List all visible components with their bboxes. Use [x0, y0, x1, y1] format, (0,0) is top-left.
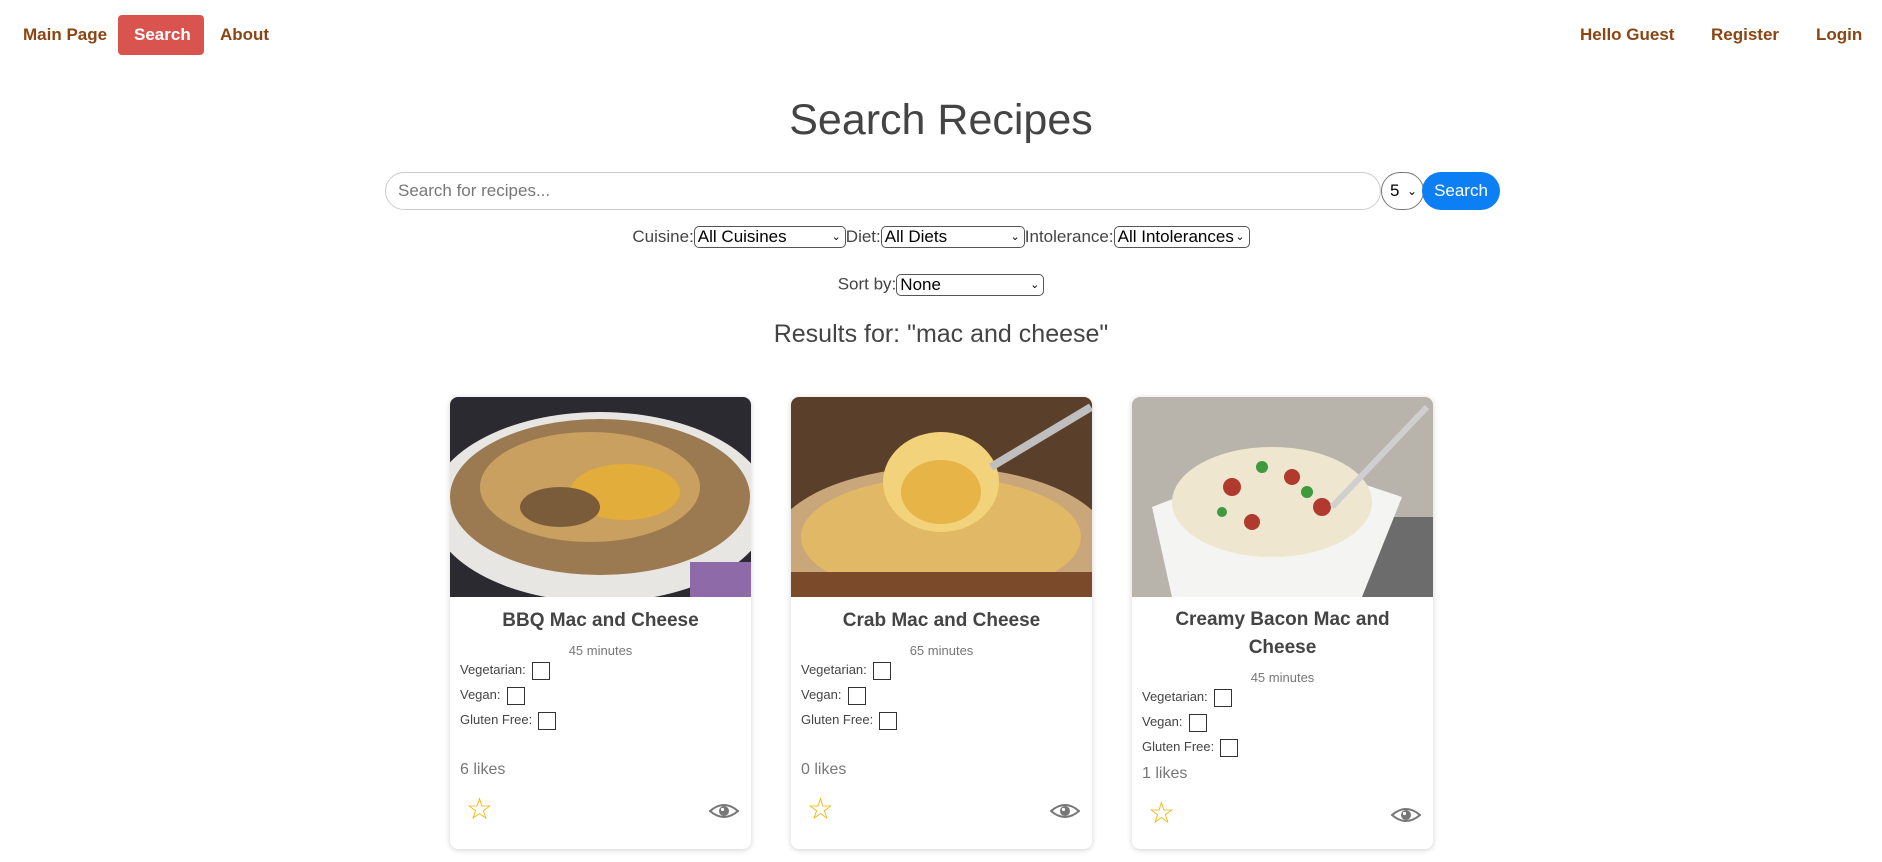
- nav-hello-guest[interactable]: Hello Guest: [1564, 15, 1690, 55]
- recipe-time: 45 minutes: [568, 643, 633, 658]
- likes-count: 1 likes: [1142, 765, 1188, 782]
- search-button[interactable]: Search: [1422, 172, 1500, 210]
- vegan-checkbox[interactable]: [506, 686, 525, 705]
- vegetarian-flag: Vegetarian:: [460, 660, 550, 680]
- cuisine-select[interactable]: All Cuisines ⌄: [693, 226, 846, 248]
- search-input[interactable]: Search for recipes...: [385, 172, 1381, 210]
- diet-label: Diet:: [845, 227, 881, 246]
- top-navbar: Main Page Search About Hello Guest Regis…: [0, 0, 1882, 68]
- vegetarian-label: Vegetarian:: [1142, 689, 1208, 704]
- cuisine-select-value: All Cuisines: [697, 227, 787, 246]
- gluten-free-checkbox[interactable]: [1220, 738, 1239, 757]
- vegan-flag: Vegan:: [801, 685, 866, 705]
- nav-login[interactable]: Login: [1800, 15, 1878, 55]
- vegan-checkbox[interactable]: [1188, 713, 1207, 732]
- vegan-label: Vegan:: [801, 687, 842, 702]
- favorite-star-icon[interactable]: ☆: [807, 795, 834, 825]
- recipe-name[interactable]: Crab Mac and Cheese: [801, 607, 1082, 635]
- vegetarian-checkbox[interactable]: [1213, 688, 1232, 707]
- gluten-free-flag: Gluten Free:: [801, 710, 898, 730]
- search-placeholder: Search for recipes...: [398, 181, 551, 200]
- chevron-down-icon: ⌄: [831, 231, 841, 243]
- gluten-free-flag: Gluten Free:: [1142, 737, 1239, 757]
- diet-select[interactable]: All Diets ⌄: [880, 226, 1025, 248]
- vegetarian-label: Vegetarian:: [801, 662, 867, 677]
- gluten-free-label: Gluten Free:: [801, 712, 874, 727]
- vegetarian-flag: Vegetarian:: [1142, 687, 1232, 707]
- recipe-image[interactable]: [450, 397, 751, 597]
- vegetarian-checkbox[interactable]: [531, 661, 550, 680]
- result-count-value: 5: [1390, 181, 1400, 200]
- recipe-image[interactable]: [791, 397, 1092, 597]
- sort-select-value: None: [900, 275, 941, 294]
- recipe-card[interactable]: Crab Mac and Cheese 65 minutes Vegetaria…: [791, 397, 1092, 849]
- eye-icon[interactable]: [709, 801, 739, 821]
- vegan-checkbox[interactable]: [847, 686, 866, 705]
- cuisine-label: Cuisine:: [632, 227, 694, 246]
- gluten-free-flag: Gluten Free:: [460, 710, 557, 730]
- result-count-select[interactable]: 5 ⌄: [1381, 172, 1424, 210]
- favorite-star-icon[interactable]: ☆: [466, 795, 493, 825]
- recipe-image[interactable]: [1132, 397, 1433, 597]
- nav-register[interactable]: Register: [1695, 15, 1795, 55]
- sort-select[interactable]: None ⌄: [896, 274, 1045, 296]
- diet-select-value: All Diets: [884, 227, 948, 246]
- gluten-free-label: Gluten Free:: [1142, 739, 1215, 754]
- intolerance-label: Intolerance:: [1024, 227, 1114, 246]
- intolerance-select-value: All Intolerances: [1117, 227, 1234, 246]
- likes-count: 0 likes: [801, 761, 847, 778]
- vegetarian-label: Vegetarian:: [460, 662, 526, 677]
- chevron-down-icon: ⌄: [1010, 231, 1020, 243]
- results-heading: Results for: "mac and cheese": [773, 320, 1109, 348]
- page-title: Search Recipes: [789, 96, 1093, 144]
- gluten-free-checkbox[interactable]: [538, 711, 557, 730]
- chevron-down-icon: ⌄: [1235, 231, 1245, 243]
- nav-about[interactable]: About: [204, 15, 285, 55]
- intolerance-select[interactable]: All Intolerances ⌄: [1113, 226, 1250, 248]
- recipe-name[interactable]: BBQ Mac and Cheese: [460, 607, 741, 635]
- eye-icon[interactable]: [1391, 805, 1421, 825]
- nav-main-page[interactable]: Main Page: [7, 15, 123, 55]
- chevron-down-icon: ⌄: [1406, 184, 1417, 198]
- vegan-label: Vegan:: [1142, 714, 1183, 729]
- vegetarian-checkbox[interactable]: [872, 661, 891, 680]
- recipe-card[interactable]: Creamy Bacon Mac and Cheese 45 minutes V…: [1132, 397, 1433, 849]
- sort-row: Sort by: None ⌄: [0, 274, 1882, 298]
- recipe-time: 45 minutes: [1250, 670, 1315, 685]
- nav-search[interactable]: Search: [118, 15, 204, 55]
- gluten-free-checkbox[interactable]: [879, 711, 898, 730]
- filter-row: Cuisine: All Cuisines ⌄ Diet: All Diets ⌄ Into…: [0, 226, 1882, 250]
- recipe-card[interactable]: BBQ Mac and Cheese 45 minutes Vegetarian…: [450, 397, 751, 849]
- vegan-label: Vegan:: [460, 687, 501, 702]
- vegetarian-flag: Vegetarian:: [801, 660, 891, 680]
- gluten-free-label: Gluten Free:: [460, 712, 533, 727]
- recipe-name[interactable]: Creamy Bacon Mac and Cheese: [1142, 606, 1423, 662]
- chevron-down-icon: ⌄: [1030, 279, 1040, 291]
- vegan-flag: Vegan:: [1142, 712, 1207, 732]
- sort-label: Sort by:: [837, 274, 897, 294]
- likes-count: 6 likes: [460, 761, 506, 778]
- eye-icon[interactable]: [1050, 801, 1080, 821]
- vegan-flag: Vegan:: [460, 685, 525, 705]
- recipe-time: 65 minutes: [909, 643, 974, 658]
- favorite-star-icon[interactable]: ☆: [1148, 799, 1175, 829]
